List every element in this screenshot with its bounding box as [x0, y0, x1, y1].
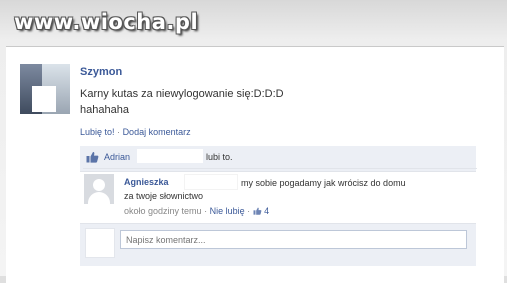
- like-link[interactable]: Lubię to!: [80, 127, 115, 137]
- likes-text: lubi to.: [206, 152, 233, 162]
- default-avatar-icon[interactable]: [84, 174, 114, 204]
- redaction-box: [137, 149, 203, 163]
- post-author-name[interactable]: Szymon: [80, 66, 122, 78]
- comment-author-name[interactable]: Agnieszka: [124, 177, 169, 187]
- redaction-box: [184, 174, 238, 190]
- post-text: Karny kutas za niewylogowanie się:D:D:D …: [80, 86, 284, 118]
- comment-like-count[interactable]: 4: [264, 206, 269, 216]
- action-separator: ·: [117, 127, 121, 137]
- post-text-line: Karny kutas za niewylogowanie się:D:D:D: [80, 88, 284, 100]
- site-watermark: www.wiocha.pl: [14, 10, 199, 34]
- avatar-head: [93, 179, 105, 191]
- comment-input[interactable]: [120, 230, 467, 249]
- thumbs-up-icon: [86, 151, 99, 163]
- thumbs-up-icon: [253, 207, 262, 215]
- unlike-link[interactable]: Nie lubię: [210, 206, 245, 216]
- add-comment-link[interactable]: Dodaj komentarz: [123, 127, 191, 137]
- post-actions: Lubię to! · Dodaj komentarz: [80, 127, 191, 137]
- post-text-line: hahahaha: [80, 104, 129, 116]
- comment-text-continued: za twoje słownictwo: [124, 191, 204, 201]
- comment-meta: około godziny temu · Nie lubię · 4: [124, 206, 269, 216]
- liker-name[interactable]: Adrian: [104, 152, 130, 162]
- post-author-avatar[interactable]: [20, 64, 70, 114]
- avatar-shoulders: [88, 192, 110, 204]
- comment-text: my sobie pogadamy jak wrócisz do domu: [241, 178, 406, 188]
- meta-separator: ·: [247, 206, 251, 216]
- meta-separator: ·: [204, 206, 208, 216]
- viewer-avatar: [85, 228, 115, 258]
- comment-timestamp[interactable]: około godziny temu: [124, 206, 202, 216]
- avatar-redaction: [32, 86, 56, 112]
